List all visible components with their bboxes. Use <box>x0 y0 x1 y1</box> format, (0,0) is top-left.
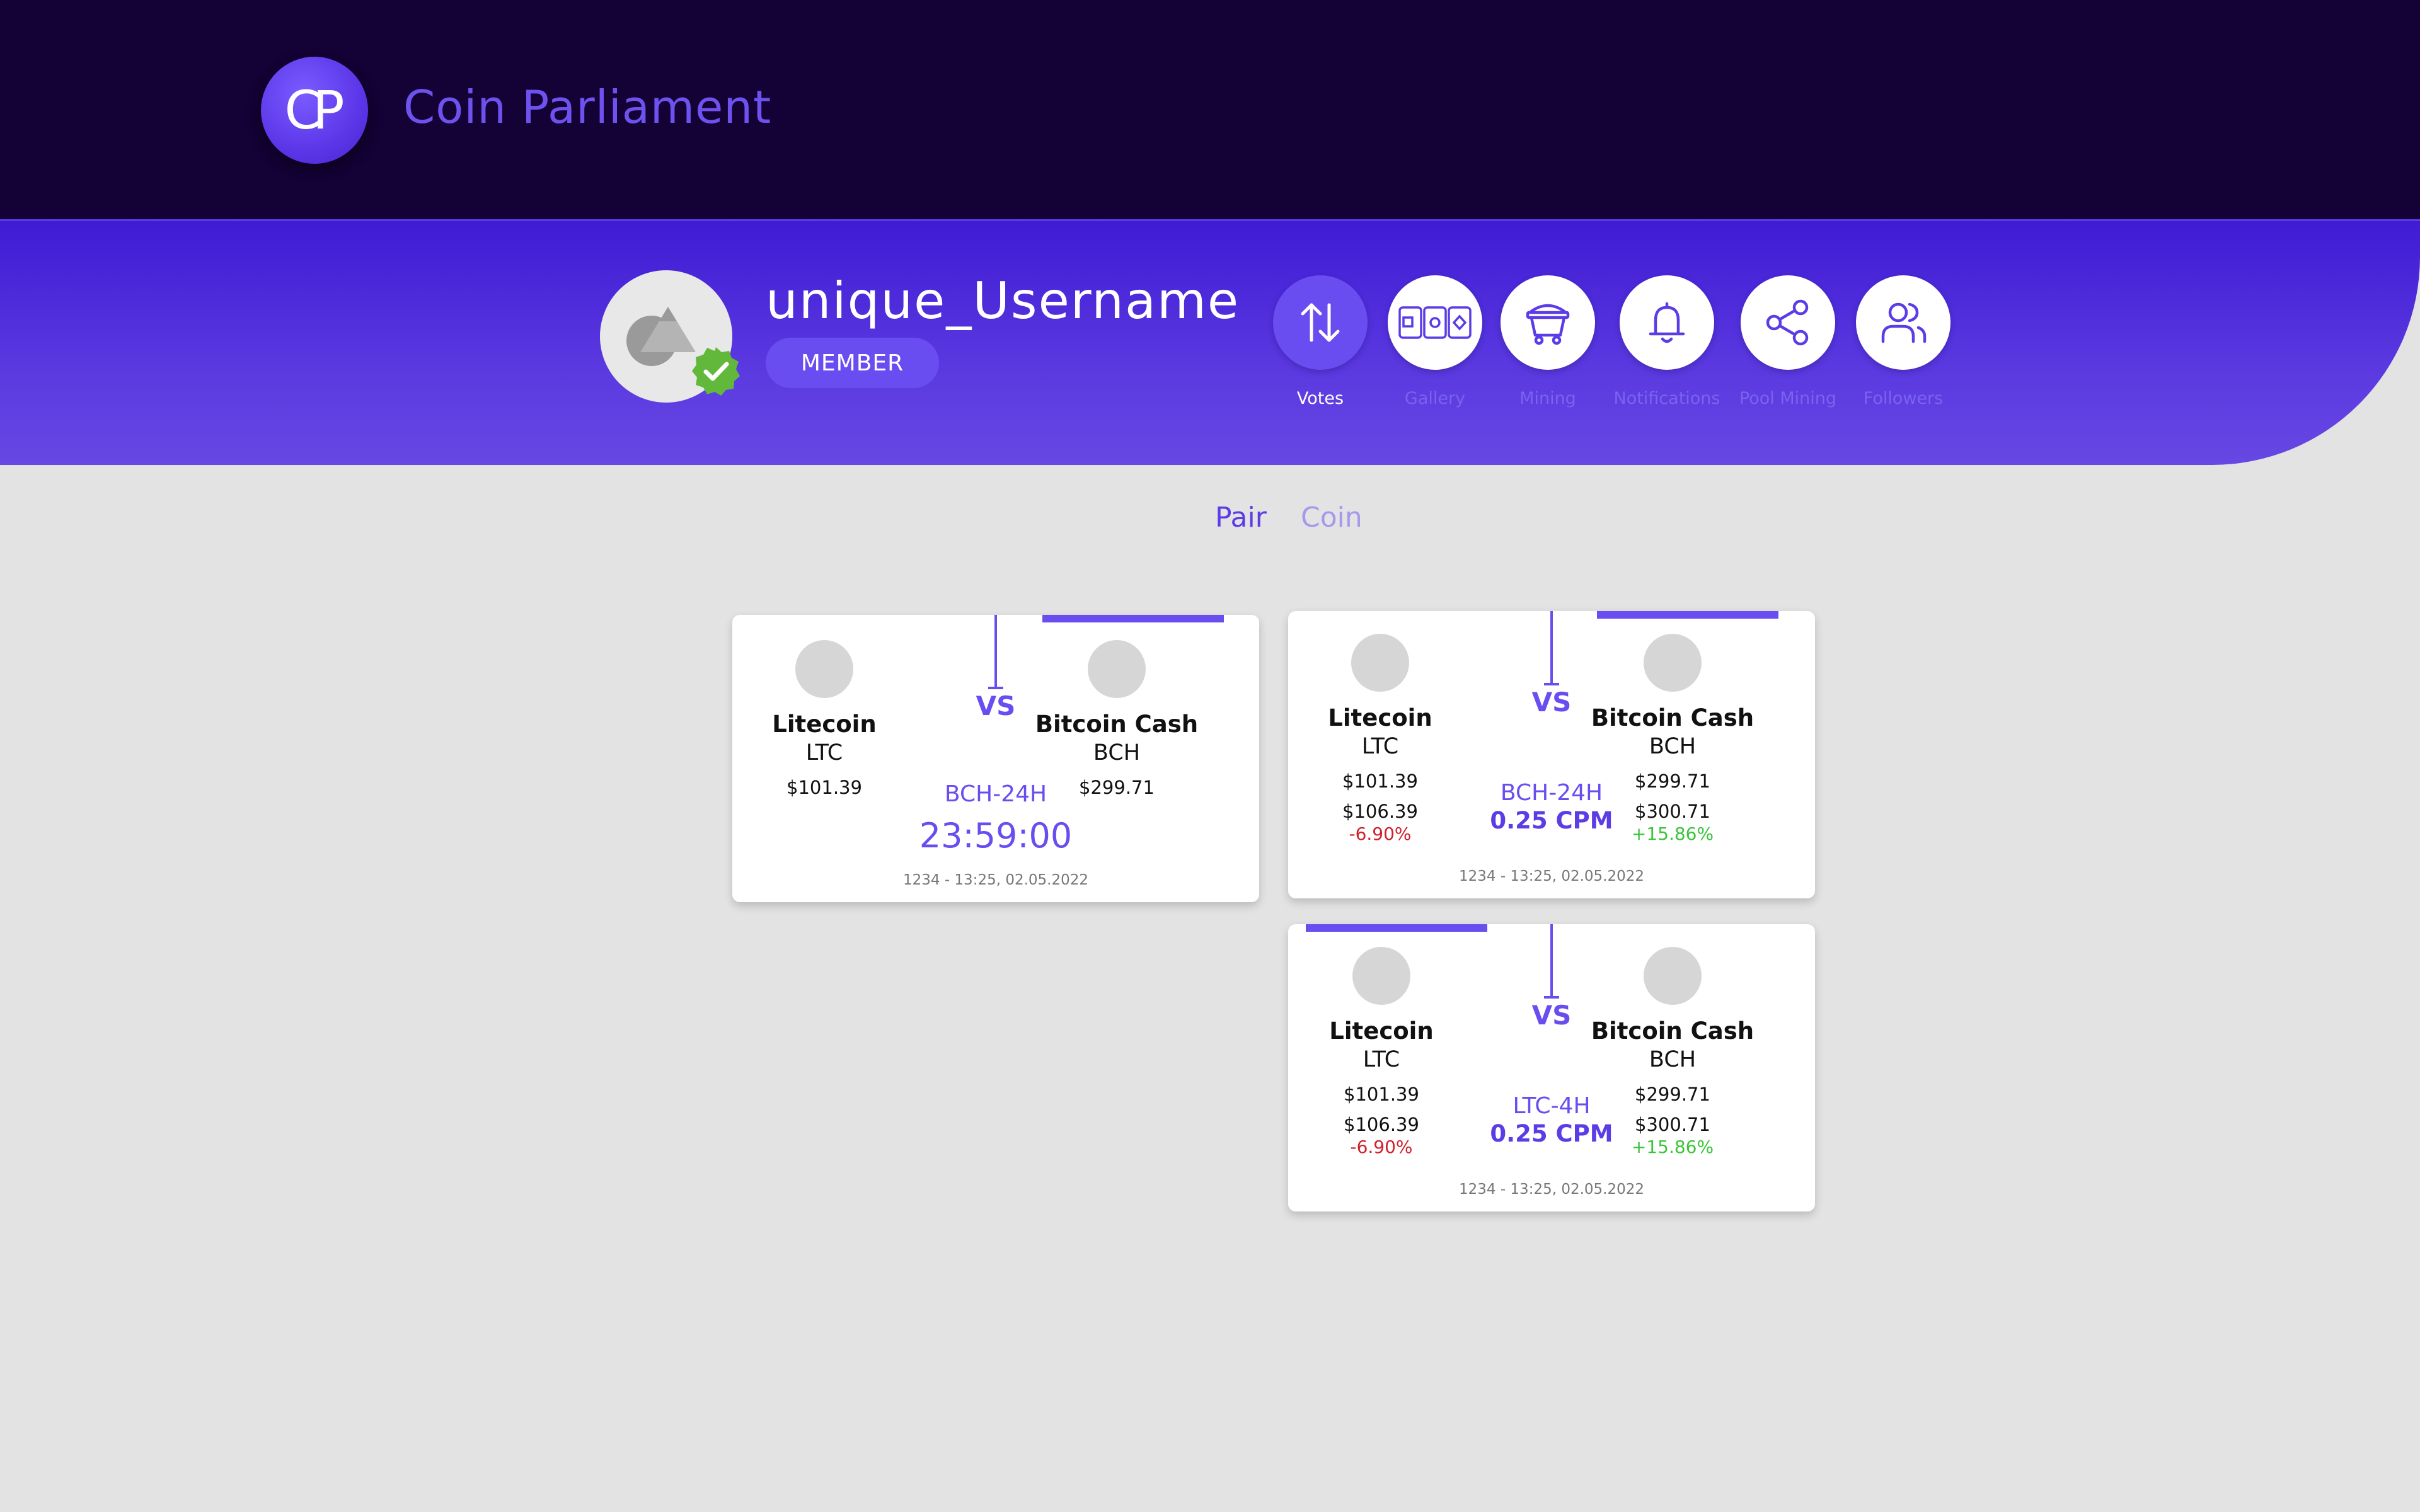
cpm-reward: 0.25 CPM <box>1490 807 1613 834</box>
username: unique_Username <box>766 272 1240 330</box>
vs-divider <box>988 615 1003 689</box>
coin-left[interactable]: Litecoin LTC $101.39 $106.39 -6.90% <box>1286 634 1475 844</box>
coin-symbol: BCH <box>1649 1047 1697 1072</box>
gallery-button[interactable]: Gallery <box>1388 275 1482 408</box>
coin-name: Bitcoin Cash <box>1035 711 1199 738</box>
profile-banner: unique_Username MEMBER Votes Gallery Min… <box>0 219 2420 465</box>
vote-footer: 1234 - 13:25, 02.05.2022 <box>1458 868 1645 885</box>
countdown-timer: 23:59:00 <box>919 816 1073 856</box>
share-icon <box>1766 299 1809 346</box>
vs-divider <box>1544 924 1559 999</box>
coin-price: $101.39 <box>1342 770 1418 792</box>
pool-mining-button[interactable]: Pool Mining <box>1739 275 1836 408</box>
followers-icon <box>1881 302 1927 343</box>
logo-text: CP <box>284 79 344 141</box>
vote-indicator-bar <box>1042 615 1224 622</box>
coin-logo-placeholder <box>795 640 853 698</box>
vs-label: VS <box>976 690 1016 721</box>
vote-indicator-bar <box>1306 924 1487 932</box>
coin-symbol: LTC <box>1361 734 1399 759</box>
coin-symbol: BCH <box>1649 734 1697 759</box>
coin-name: Bitcoin Cash <box>1591 1017 1754 1045</box>
coin-logo-placeholder <box>1088 640 1146 698</box>
vote-card[interactable]: VS Litecoin LTC $101.39 Bitcoin Cash BCH… <box>732 615 1259 902</box>
coin-name: Litecoin <box>772 711 877 738</box>
coin-name: Litecoin <box>1329 1017 1434 1045</box>
vote-footer: 1234 - 13:25, 02.05.2022 <box>1458 1181 1645 1198</box>
coin-logo-placeholder <box>1352 947 1410 1005</box>
votes-arrows-icon <box>1301 303 1340 342</box>
followers-label: Followers <box>1863 389 1944 408</box>
coin-name: Litecoin <box>1328 704 1432 731</box>
member-badge: MEMBER <box>766 338 939 388</box>
bell-icon <box>1649 302 1685 343</box>
vs-label: VS <box>1531 1000 1572 1031</box>
notifications-button[interactable]: Notifications <box>1614 275 1720 408</box>
vote-indicator-bar <box>1597 611 1778 619</box>
coin-symbol: BCH <box>1093 740 1141 765</box>
cpm-reward: 0.25 CPM <box>1490 1120 1613 1147</box>
pair-timeframe-label: BCH-24H <box>1500 780 1603 806</box>
coin-logo-placeholder <box>1644 947 1702 1005</box>
coin-left[interactable]: Litecoin LTC $101.39 <box>730 640 919 798</box>
coin-symbol: LTC <box>805 740 843 765</box>
vs-divider <box>1544 611 1559 685</box>
vs-label: VS <box>1531 687 1572 718</box>
votes-button[interactable]: Votes <box>1273 275 1368 408</box>
pair-timeframe-label: BCH-24H <box>944 781 1047 807</box>
vote-center-info: LTC-4H 0.25 CPM <box>1457 1093 1646 1147</box>
coin-current-price: $106.39 <box>1344 1114 1419 1135</box>
vote-center-info: BCH-24H 23:59:00 <box>901 781 1090 856</box>
coin-left[interactable]: Litecoin LTC $101.39 $106.39 -6.90% <box>1287 947 1476 1157</box>
coin-parliament-logo[interactable]: CP <box>261 57 368 164</box>
followers-button[interactable]: Followers <box>1856 275 1950 408</box>
coin-change: -6.90% <box>1349 823 1412 844</box>
mining-button[interactable]: Mining <box>1501 275 1595 408</box>
pair-timeframe-label: LTC-4H <box>1512 1093 1591 1119</box>
top-bar: CP Coin Parliament <box>0 0 2420 219</box>
gallery-cards-icon <box>1398 306 1472 339</box>
mining-cart-icon <box>1526 304 1570 345</box>
coin-current-price: $106.39 <box>1342 801 1418 822</box>
verified-badge-icon <box>692 347 740 396</box>
coin-price: $101.39 <box>1344 1084 1419 1105</box>
tab-pair[interactable]: Pair <box>1215 501 1267 534</box>
coin-price: $101.39 <box>786 777 862 798</box>
coin-change: -6.90% <box>1350 1137 1413 1157</box>
vote-center-info: BCH-24H 0.25 CPM <box>1457 780 1646 834</box>
tab-coin[interactable]: Coin <box>1301 501 1363 534</box>
vote-card[interactable]: VS Litecoin LTC $101.39 $106.39 -6.90% B… <box>1288 611 1815 898</box>
brand-name[interactable]: Coin Parliament <box>403 81 771 134</box>
vote-footer: 1234 - 13:25, 02.05.2022 <box>902 872 1089 888</box>
coin-symbol: LTC <box>1363 1047 1400 1072</box>
coin-right[interactable]: Bitcoin Cash BCH $299.71 <box>1022 640 1211 798</box>
vote-card[interactable]: VS Litecoin LTC $101.39 $106.39 -6.90% B… <box>1288 924 1815 1211</box>
coin-logo-placeholder <box>1644 634 1702 692</box>
coin-name: Bitcoin Cash <box>1591 704 1754 731</box>
coin-logo-placeholder <box>1351 634 1409 692</box>
